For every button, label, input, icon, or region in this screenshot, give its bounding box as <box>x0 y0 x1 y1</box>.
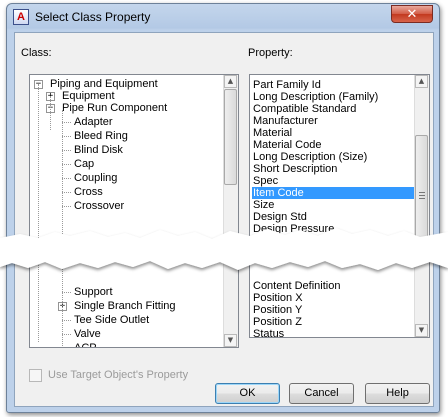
class-tree-item[interactable]: Bleed Ring <box>74 130 128 142</box>
property-item[interactable]: Position Z <box>252 316 306 328</box>
class-tree-item[interactable]: Support <box>74 286 113 298</box>
class-tree-item[interactable]: Cap <box>74 158 94 170</box>
tree-connector-line <box>62 136 71 137</box>
tree-connector-line <box>62 192 71 193</box>
dialog-client-area: Class: Property: ▲ ▼ − Piping and Equipme… <box>14 32 434 407</box>
scroll-thumb[interactable] <box>224 89 237 185</box>
property-item[interactable]: Long Description (Size) <box>252 151 371 163</box>
class-tree-item[interactable]: Piping and Equipment <box>50 78 158 90</box>
property-item[interactable]: Material <box>252 127 296 139</box>
class-tree-item[interactable]: Single Branch Fitting <box>74 300 176 312</box>
tree-connector-line <box>62 292 71 293</box>
dialog-window: A Select Class Property ✕ Class: Propert… <box>6 3 440 413</box>
property-list-scrollbar[interactable]: ▲ ▼ <box>414 75 429 337</box>
class-tree-item[interactable]: ACP <box>74 342 97 347</box>
property-item[interactable]: Spec <box>252 175 282 187</box>
thumb-grip <box>419 195 425 196</box>
use-target-property-label: Use Target Object's Property <box>48 369 189 381</box>
tree-connector-line <box>62 178 71 179</box>
class-tree-item[interactable]: Pipe Run Component <box>62 102 167 114</box>
tree-guide-line <box>62 110 63 347</box>
ok-button[interactable]: OK <box>215 383 280 404</box>
tree-guide-line <box>50 96 51 130</box>
property-item[interactable]: Long Description (Family) <box>252 91 382 103</box>
property-item[interactable]: Position Y <box>252 304 306 316</box>
property-item[interactable]: Design Pressure <box>252 223 338 235</box>
class-tree-item[interactable]: Crossover <box>74 200 124 212</box>
tree-connector-line <box>62 320 71 321</box>
window-title: Select Class Property <box>35 10 151 24</box>
thumb-grip <box>419 198 425 199</box>
help-button[interactable]: Help <box>365 383 430 404</box>
cancel-button[interactable]: Cancel <box>289 383 354 404</box>
scroll-thumb[interactable] <box>415 135 428 259</box>
tree-connector-line <box>62 206 71 207</box>
property-item[interactable]: Part Family Id <box>252 79 325 91</box>
property-item[interactable]: Status <box>252 328 288 337</box>
class-tree-item[interactable]: Valve <box>74 328 101 340</box>
class-tree-item[interactable]: Adapter <box>74 116 113 128</box>
scroll-down-arrow-icon[interactable]: ▼ <box>224 334 237 347</box>
property-item[interactable]: Size <box>252 199 278 211</box>
property-item[interactable]: Content Definition <box>252 280 344 292</box>
property-item[interactable]: Material Code <box>252 139 325 151</box>
close-icon[interactable]: ✕ <box>391 5 433 23</box>
class-tree-scrollbar[interactable]: ▲ ▼ <box>223 75 238 347</box>
class-tree-item[interactable]: Equipment <box>62 90 115 102</box>
class-tree-item[interactable]: Tee Side Outlet <box>74 314 149 326</box>
scroll-up-arrow-icon[interactable]: ▲ <box>415 75 428 88</box>
use-target-property-checkbox[interactable] <box>29 369 42 382</box>
property-list[interactable]: ▲ ▼ Part Family Id Long Description (Fami… <box>249 74 430 338</box>
property-item[interactable]: Design Std <box>252 211 311 223</box>
class-label: Class: <box>21 47 52 59</box>
property-item[interactable]: Manufacturer <box>252 115 322 127</box>
property-label: Property: <box>248 47 293 59</box>
property-item[interactable]: Short Description <box>252 163 341 175</box>
tree-connector-line <box>62 122 71 123</box>
property-item-selected[interactable]: Item Code <box>252 187 414 199</box>
thumb-grip <box>419 192 425 193</box>
tree-guide-line <box>38 84 39 342</box>
scroll-down-arrow-icon[interactable]: ▼ <box>415 324 428 337</box>
tree-connector-line <box>62 334 71 335</box>
class-tree-item[interactable]: Blind Disk <box>74 144 123 156</box>
class-tree-item[interactable]: Cross <box>74 186 103 198</box>
autocad-app-icon: A <box>13 9 29 25</box>
class-tree[interactable]: ▲ ▼ − Piping and Equipment + Equipment − Pipe… <box>29 74 239 348</box>
class-tree-item[interactable]: Coupling <box>74 172 117 184</box>
property-item[interactable]: Position X <box>252 292 307 304</box>
title-bar[interactable]: A Select Class Property ✕ <box>7 4 439 30</box>
property-item[interactable]: Compatible Standard <box>252 103 360 115</box>
tree-connector-line <box>62 150 71 151</box>
scroll-up-arrow-icon[interactable]: ▲ <box>224 75 237 88</box>
tree-connector-line <box>62 164 71 165</box>
